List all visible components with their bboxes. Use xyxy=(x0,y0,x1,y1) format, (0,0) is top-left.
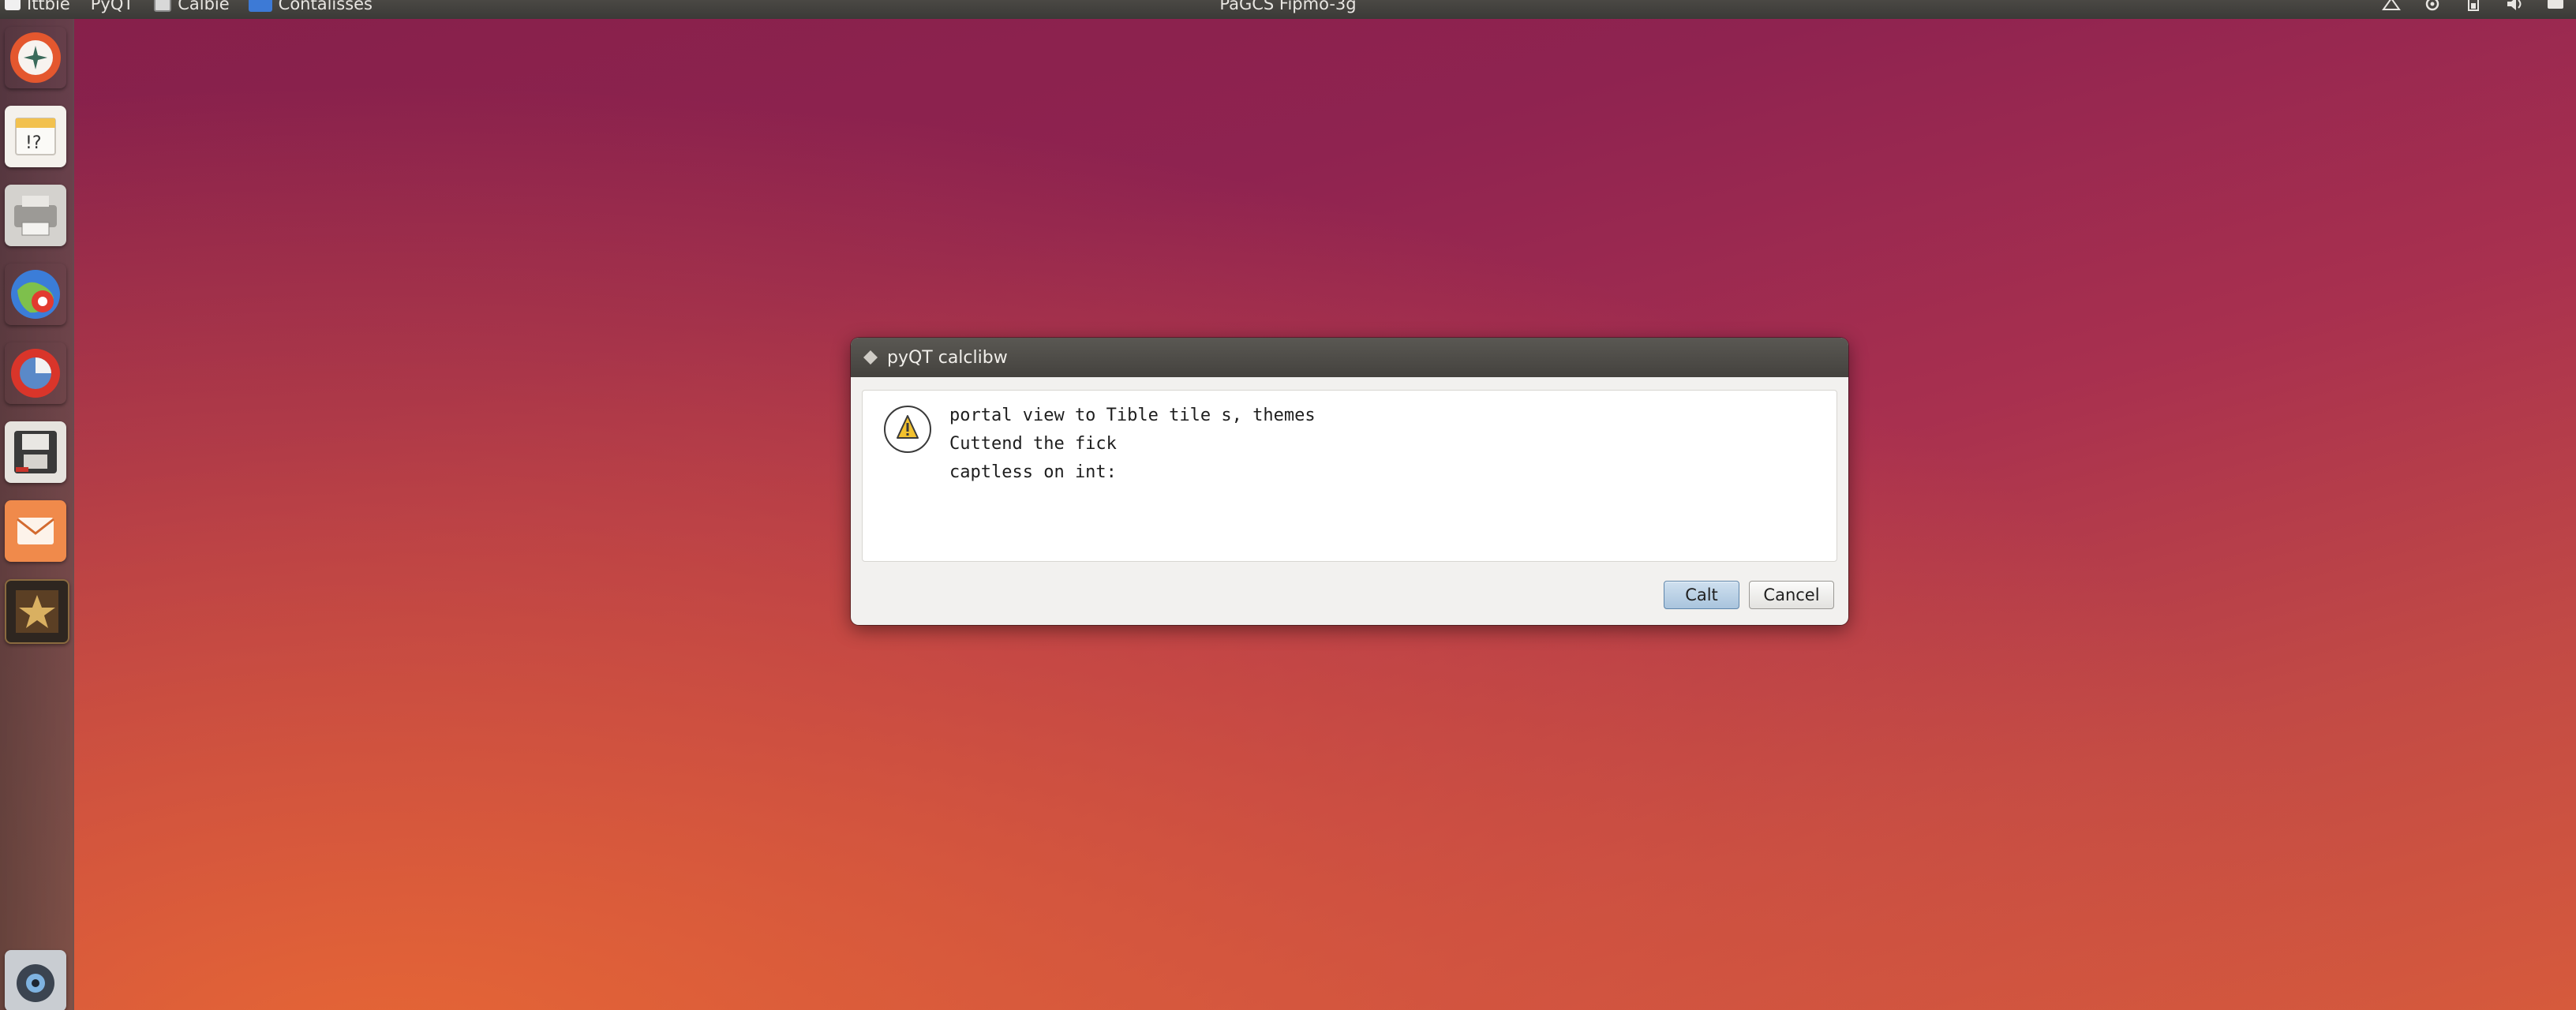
launcher-camera-button[interactable] xyxy=(5,950,66,1010)
launcher-disk-button[interactable] xyxy=(5,421,66,483)
message-line: portal view to Tible tile s, themes xyxy=(949,406,1316,425)
settings-icon[interactable] xyxy=(2423,0,2442,11)
dialog-titlebar[interactable]: pyQT calclibw xyxy=(851,338,1848,377)
system-tray xyxy=(2382,0,2565,11)
cancel-button[interactable]: Cancel xyxy=(1749,581,1834,609)
app-diamond-icon xyxy=(863,350,878,365)
launcher-browser-button[interactable] xyxy=(5,264,66,325)
launcher-software-icon xyxy=(11,349,60,398)
network-icon[interactable] xyxy=(2382,0,2401,11)
launcher-dash-icon xyxy=(10,32,61,83)
dialog-body: portal view to Tible tile s, themes Cutte… xyxy=(862,390,1837,562)
launcher-files-icon: !? xyxy=(15,118,56,155)
launcher-files-button[interactable]: !? xyxy=(5,106,66,167)
launcher-star-icon xyxy=(16,590,58,633)
launcher: !? xyxy=(0,19,74,1010)
sound-icon[interactable] xyxy=(2505,0,2524,11)
svg-text:!?: !? xyxy=(25,133,42,153)
launcher-mail-icon xyxy=(17,518,54,544)
launcher-disk-icon xyxy=(14,431,57,473)
launcher-mail-button[interactable] xyxy=(5,500,66,562)
battery-icon[interactable] xyxy=(2464,0,2483,11)
launcher-star-button[interactable] xyxy=(5,579,69,644)
top-panel: Ittbie PyQT Calbie Contalisses PaGCS Fip… xyxy=(0,0,2576,19)
launcher-camera-icon xyxy=(17,964,54,1002)
message-dialog: pyQT calclibw portal view to Tible tile … xyxy=(851,338,1848,625)
launcher-printer-icon xyxy=(14,196,57,236)
power-icon[interactable] xyxy=(2546,0,2565,11)
ok-button[interactable]: Calt xyxy=(1664,581,1739,609)
launcher-printer-button[interactable] xyxy=(5,185,66,246)
message-line: Cuttend the fick xyxy=(949,434,1117,454)
panel-title: PaGCS Fipmo-3g xyxy=(1219,0,1357,13)
dialog-title: pyQT calclibw xyxy=(887,347,1008,368)
launcher-dash-button[interactable] xyxy=(5,27,66,88)
launcher-software-button[interactable] xyxy=(5,342,66,404)
warning-icon xyxy=(884,406,931,453)
launcher-browser-icon xyxy=(11,270,60,319)
message-line: captless on int: xyxy=(949,462,1117,482)
desktop: Ittbie PyQT Calbie Contalisses PaGCS Fip… xyxy=(0,0,2576,1010)
dialog-message: portal view to Tible tile s, themes Cutte… xyxy=(949,402,1316,487)
